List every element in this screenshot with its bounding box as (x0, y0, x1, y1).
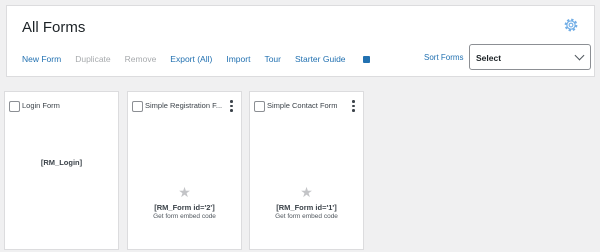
sort-forms-select[interactable]: Select (469, 44, 591, 70)
tour-button[interactable]: Tour (264, 54, 281, 64)
card-title: Simple Registration F... (145, 101, 223, 110)
form-shortcode: [RM_Form id='2'] (154, 203, 215, 212)
book-icon (362, 56, 370, 63)
form-card-contact[interactable]: Simple Contact Form ★ [RM_Form id='1'] G… (249, 91, 364, 250)
sort-forms-label: Sort Forms (424, 53, 464, 62)
more-options-icon[interactable] (230, 100, 233, 112)
form-card-login[interactable]: Login Form [RM_Login] (4, 91, 119, 250)
sort-select-value: Select (476, 53, 502, 63)
more-options-icon[interactable] (352, 100, 355, 112)
gear-icon[interactable] (562, 16, 580, 34)
starter-guide-label: Starter Guide (294, 54, 346, 64)
forms-header-panel: All Forms New Form Duplicate Remove Expo… (6, 5, 595, 77)
page-title: All Forms (22, 19, 86, 36)
chevron-down-icon (574, 50, 585, 61)
export-all-button[interactable]: Export (All) (170, 54, 212, 64)
embed-code-link[interactable]: Get form embed code (128, 213, 241, 220)
remove-button[interactable]: Remove (125, 54, 157, 64)
card-select-checkbox[interactable] (9, 101, 20, 112)
form-card-registration[interactable]: Simple Registration F... ★ [RM_Form id='… (127, 91, 242, 250)
card-select-checkbox[interactable] (132, 101, 143, 112)
new-form-button[interactable]: New Form (22, 54, 61, 64)
star-icon[interactable]: ★ (300, 185, 313, 199)
starter-guide-button[interactable]: Starter Guide (295, 54, 370, 64)
card-title: Login Form (22, 101, 60, 110)
embed-code-link[interactable]: Get form embed code (250, 213, 363, 220)
form-actions-bar: New Form Duplicate Remove Export (All) I… (22, 54, 384, 64)
card-title: Simple Contact Form (267, 101, 338, 110)
star-icon[interactable]: ★ (178, 185, 191, 199)
card-select-checkbox[interactable] (254, 101, 265, 112)
form-shortcode: [RM_Login] (40, 158, 83, 167)
form-shortcode: [RM_Form id='1'] (276, 203, 337, 212)
import-button[interactable]: Import (226, 54, 250, 64)
duplicate-button[interactable]: Duplicate (75, 54, 110, 64)
